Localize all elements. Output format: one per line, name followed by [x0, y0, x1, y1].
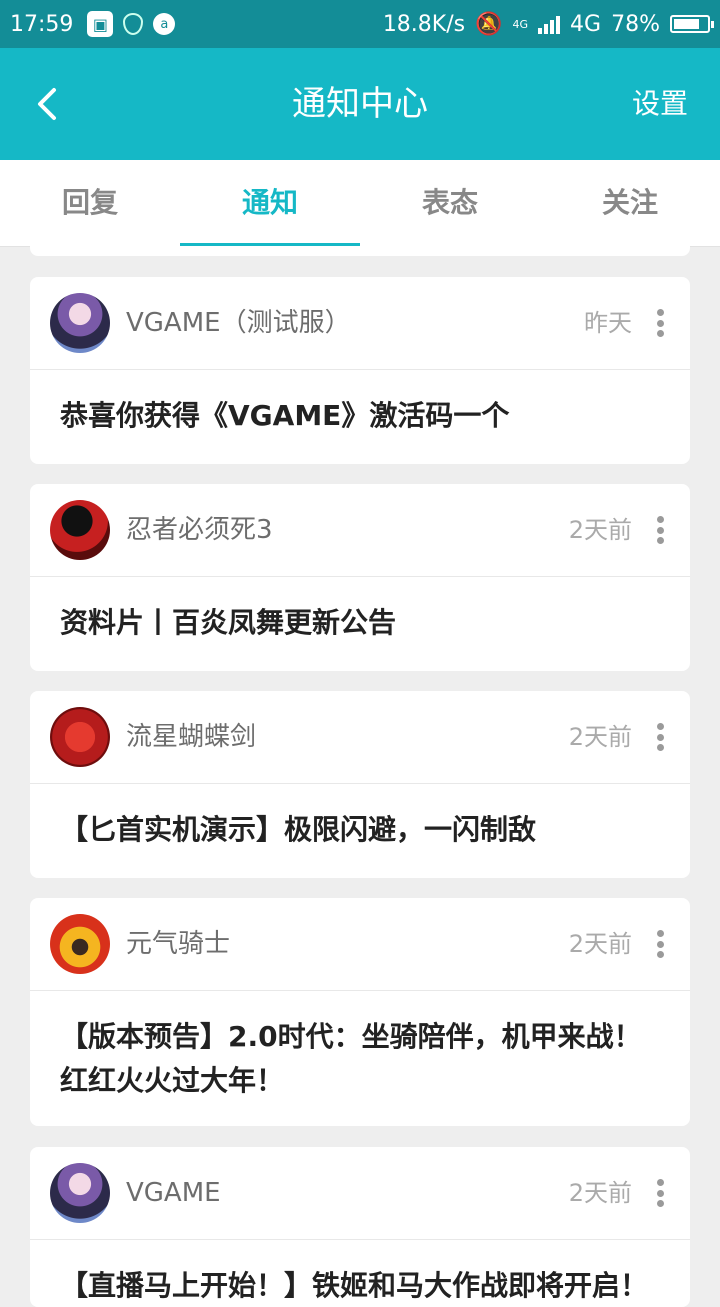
sender-name[interactable]: 忍者必须死3	[126, 484, 273, 576]
sender-name[interactable]: 元气骑士	[126, 898, 230, 990]
card-header: VGAME 2天前	[30, 1147, 690, 1240]
avatar[interactable]	[50, 1163, 110, 1223]
more-vertical-icon[interactable]	[656, 516, 664, 544]
app-bar: 通知中心 设置	[0, 48, 720, 160]
shield-icon	[123, 13, 144, 35]
network-type: 4G	[570, 11, 602, 37]
notification-time: 2天前	[568, 723, 632, 751]
notification-time: 昨天	[584, 309, 632, 337]
notification-card[interactable]: 流星蝴蝶剑 2天前 【匕首实机演示】极限闪避，一闪制敌	[30, 691, 690, 878]
more-vertical-icon[interactable]	[656, 309, 664, 337]
net-speed: 18.8K/s	[382, 11, 466, 37]
battery-icon	[670, 15, 714, 33]
previous-card-edge	[30, 246, 690, 256]
settings-button[interactable]: 设置	[632, 48, 688, 160]
tab-reaction[interactable]: 表态	[360, 160, 540, 246]
card-header: 流星蝴蝶剑 2天前	[30, 691, 690, 784]
notification-card[interactable]: 忍者必须死3 2天前 资料片丨百炎凤舞更新公告	[30, 484, 690, 671]
sender-name[interactable]: 流星蝴蝶剑	[126, 691, 256, 783]
notification-content[interactable]: 【版本预告】2.0时代：坐骑陪伴，机甲来战！红红火火过大年！	[30, 991, 690, 1103]
notification-content[interactable]: 恭喜你获得《VGAME》激活码一个	[30, 370, 690, 438]
tab-bar: 回复 通知 表态 关注	[0, 160, 720, 247]
status-bar: 17:59 ▣ a 18.8K/s 🔕 4G 4G 78%	[0, 0, 720, 48]
notification-time: 2天前	[568, 516, 632, 544]
notification-card[interactable]: VGAME（测试服） 昨天 恭喜你获得《VGAME》激活码一个	[30, 277, 690, 464]
status-time: 17:59	[10, 11, 74, 37]
screenshot-icon: ▣	[87, 11, 114, 37]
signal-icon	[538, 14, 561, 34]
card-header: 元气骑士 2天前	[30, 898, 690, 991]
more-vertical-icon[interactable]	[656, 930, 664, 958]
battery-percent: 78%	[611, 11, 660, 37]
more-vertical-icon[interactable]	[656, 1179, 664, 1207]
tab-reply[interactable]: 回复	[0, 160, 180, 246]
card-header: 忍者必须死3 2天前	[30, 484, 690, 577]
notification-content[interactable]: 【匕首实机演示】极限闪避，一闪制敌	[30, 784, 690, 852]
page-title: 通知中心	[292, 84, 428, 124]
notification-content[interactable]: 资料片丨百炎凤舞更新公告	[30, 577, 690, 645]
network-small-label: 4G	[512, 17, 529, 31]
avatar[interactable]	[50, 293, 110, 353]
notification-content[interactable]: 【直播马上开始！】铁姬和马大作战即将开启！	[30, 1240, 690, 1307]
notification-card[interactable]: VGAME 2天前 【直播马上开始！】铁姬和马大作战即将开启！	[30, 1147, 690, 1307]
sender-name[interactable]: VGAME	[126, 1147, 221, 1239]
app-notification-icon: a	[153, 13, 176, 35]
notification-card[interactable]: 元气骑士 2天前 【版本预告】2.0时代：坐骑陪伴，机甲来战！红红火火过大年！	[30, 898, 690, 1126]
sender-name[interactable]: VGAME（测试服）	[126, 277, 351, 369]
tab-follow[interactable]: 关注	[540, 160, 720, 246]
mute-bell-icon: 🔕	[475, 11, 503, 37]
avatar[interactable]	[50, 707, 110, 767]
more-vertical-icon[interactable]	[656, 723, 664, 751]
tab-notice[interactable]: 通知	[180, 160, 360, 247]
notification-time: 2天前	[568, 1179, 632, 1207]
notification-time: 2天前	[568, 930, 632, 958]
card-header: VGAME（测试服） 昨天	[30, 277, 690, 370]
avatar[interactable]	[50, 914, 110, 974]
avatar[interactable]	[50, 500, 110, 560]
